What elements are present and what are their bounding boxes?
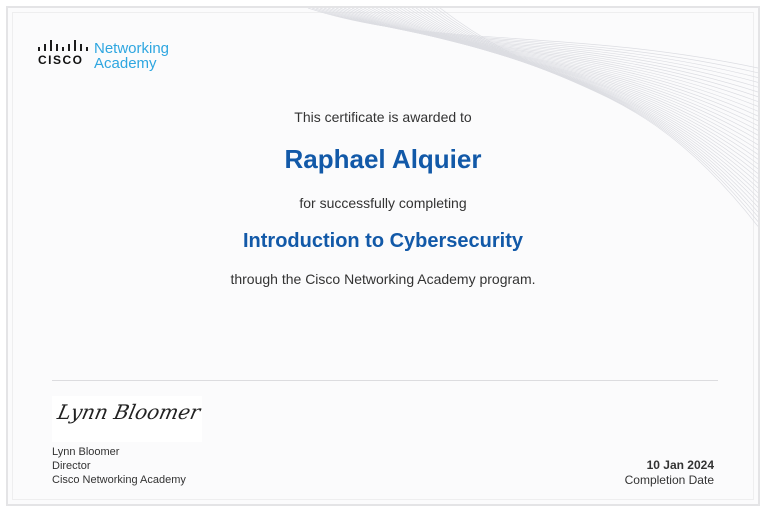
completion-date: 10 Jan 2024 (646, 458, 714, 472)
completing-text: for successfully completing (299, 195, 467, 211)
signatory-title: Director (52, 460, 91, 472)
wave-line (319, 8, 758, 83)
program-text: through the Cisco Networking Academy pro… (230, 271, 536, 287)
completion-block: 10 Jan 2024 Completion Date (625, 458, 714, 488)
cisco-networking-academy-logo: CISCO Networking Academy (38, 40, 169, 71)
signatory-block: Lynn Bloomer Director Cisco Networking A… (52, 445, 186, 487)
course-title: Introduction to Cybersecurity (242, 230, 524, 252)
signature-image: Lynn Bloomer (52, 396, 202, 442)
networking-academy-wordmark: Networking Academy (94, 41, 169, 71)
cisco-bridge-bars-icon (38, 40, 88, 51)
wave-line (327, 8, 758, 93)
logo-line-networking: Networking (94, 40, 170, 57)
signatory-org: Cisco Networking Academy (52, 474, 186, 486)
divider (52, 380, 718, 381)
awarded-to-text: This certificate is awarded to (294, 109, 472, 125)
signatory-name: Lynn Bloomer (52, 446, 120, 458)
certificate: CISCO Networking Academy This certificat… (6, 6, 760, 506)
completion-date-label: Completion Date (624, 473, 714, 487)
wave-line (387, 8, 758, 165)
recipient-name: Raphael Alquier (284, 144, 482, 174)
signature-script: Lynn Bloomer (55, 400, 203, 424)
logo-line-academy: Academy (94, 55, 157, 72)
cisco-wordmark: CISCO (38, 53, 84, 67)
wave-line (347, 8, 758, 117)
cisco-logo: CISCO (38, 40, 88, 67)
